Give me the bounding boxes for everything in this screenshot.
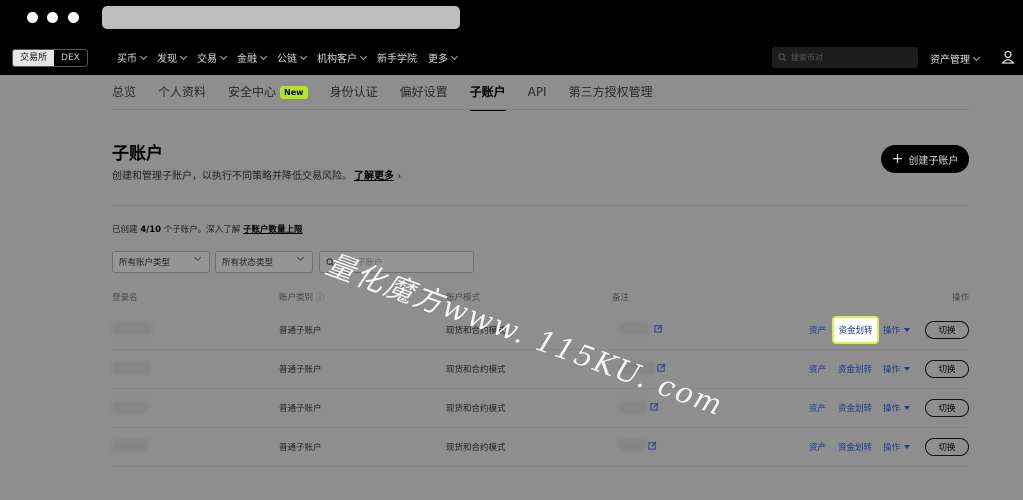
window-close-dot[interactable]	[27, 12, 38, 23]
tab-profile[interactable]: 个人资料	[158, 75, 206, 110]
operations-menu[interactable]: 操作	[883, 324, 911, 336]
switch-button[interactable]: 切换	[925, 321, 969, 339]
plus-icon: +	[891, 151, 904, 167]
account-mode: 现货和合约模式	[446, 443, 506, 453]
menu-buy-crypto[interactable]: 买币	[117, 50, 148, 65]
chevron-down-icon	[193, 253, 202, 262]
user-icon[interactable]	[1001, 50, 1015, 64]
column-login: 登录名	[112, 293, 138, 303]
top-search-input[interactable]: 搜索币对	[772, 47, 918, 68]
fund-transfer-link[interactable]: 资金划转	[832, 316, 879, 344]
tab-api[interactable]: API	[528, 75, 547, 110]
tab-subaccounts[interactable]: 子账户	[469, 75, 506, 111]
asset-link[interactable]: 资产	[809, 324, 826, 336]
login-name-redacted	[112, 401, 148, 413]
column-actions: 操作	[952, 293, 970, 303]
menu-institutional[interactable]: 机构客户	[317, 50, 368, 65]
chevron-down-icon	[296, 253, 305, 262]
menu-more[interactable]: 更多	[428, 50, 459, 65]
status-type-select[interactable]: 所有状态类型	[215, 251, 313, 273]
asset-link[interactable]: 资产	[809, 363, 826, 375]
edit-icon[interactable]	[648, 441, 657, 450]
account-mode: 现货和合约模式	[446, 365, 506, 375]
fund-transfer-link[interactable]: 资金划转	[838, 402, 872, 414]
browser-titlebar	[0, 0, 1023, 38]
main-menu: 买币 发现 交易 金融 公链 机构客户 新手学院 更多	[117, 50, 468, 65]
chevron-down-icon	[299, 52, 308, 60]
window-minimize-dot[interactable]	[47, 12, 58, 23]
asset-link[interactable]: 资产	[809, 441, 826, 453]
address-bar[interactable]	[102, 6, 460, 29]
account-type: 普通子账户	[279, 326, 322, 336]
column-account-type: 账户类别 ⓘ	[279, 293, 325, 303]
chevron-down-icon	[139, 52, 148, 60]
switch-button[interactable]: 切换	[925, 399, 969, 417]
asset-link[interactable]: 资产	[809, 402, 826, 414]
page-title: 子账户	[112, 144, 163, 164]
tab-verification[interactable]: 身份认证	[330, 75, 378, 110]
caret-down-icon	[904, 328, 911, 332]
asset-management-menu[interactable]: 资产管理	[930, 51, 981, 66]
remark-redacted	[619, 323, 649, 335]
chevron-down-icon	[359, 52, 368, 60]
page-description: 创建和管理子账户，以执行不同策略并降低交易风险。 了解更多 ›	[112, 171, 402, 182]
caret-down-icon	[904, 445, 911, 449]
column-remark: 备注	[612, 293, 630, 303]
menu-finance[interactable]: 金融	[237, 50, 268, 65]
search-icon	[778, 53, 787, 62]
account-type: 普通子账户	[279, 365, 322, 375]
window-zoom-dot[interactable]	[68, 12, 79, 23]
account-type-select[interactable]: 所有账户类型	[112, 251, 210, 273]
tabs-divider	[112, 109, 969, 110]
chevron-down-icon	[450, 52, 459, 60]
account-tabs: 总览 个人资料 安全中心 New 身份认证 偏好设置 子账户 API 第三方授权管…	[112, 75, 675, 111]
login-name-redacted	[112, 323, 152, 335]
learn-more-link[interactable]: 了解更多	[354, 171, 394, 182]
menu-trade[interactable]: 交易	[197, 50, 228, 65]
subaccount-count: 已创建 4/10 个子账户。深入了解 子账户数量上限	[112, 225, 303, 235]
login-name-redacted	[112, 440, 148, 452]
create-subaccount-button[interactable]: + 创建子账户	[881, 145, 969, 173]
chevron-down-icon	[972, 53, 981, 61]
top-search-placeholder: 搜索币对	[791, 53, 823, 62]
menu-academy[interactable]: 新手学院	[377, 50, 417, 65]
edit-icon[interactable]	[654, 324, 663, 333]
top-navigation: 交易所 DEX 买币 发现 交易 金融 公链 机构客户 新手学院 更多 搜索币对…	[0, 38, 1023, 75]
operations-menu[interactable]: 操作	[883, 402, 911, 414]
tab-third-party[interactable]: 第三方授权管理	[569, 75, 653, 110]
table-row: 普通子账户 现货和合约模式 资产 资金划转 操作 切换	[112, 428, 969, 467]
menu-chain[interactable]: 公链	[277, 50, 308, 65]
chevron-down-icon	[219, 52, 228, 60]
switch-button[interactable]: 切换	[925, 360, 969, 378]
caret-down-icon	[904, 367, 911, 371]
caret-down-icon	[904, 406, 911, 410]
table-row: 普通子账户 现货和合约模式 资产 资金划转 操作 切换	[112, 389, 969, 428]
chevron-down-icon	[259, 52, 268, 60]
fund-transfer-link[interactable]: 资金划转	[838, 441, 872, 453]
operations-menu[interactable]: 操作	[883, 441, 911, 453]
remark-redacted	[619, 440, 645, 452]
operations-menu[interactable]: 操作	[883, 363, 911, 375]
switch-button[interactable]: 切换	[925, 438, 969, 456]
tab-security[interactable]: 安全中心 New	[228, 75, 308, 110]
main-content: 总览 个人资料 安全中心 New 身份认证 偏好设置 子账户 API 第三方授权管…	[0, 75, 1023, 500]
dex-tab[interactable]: DEX	[54, 50, 87, 66]
menu-discover[interactable]: 发现	[157, 50, 188, 65]
new-badge: New	[280, 86, 308, 99]
tab-preferences[interactable]: 偏好设置	[400, 75, 448, 110]
chevron-down-icon	[179, 52, 188, 60]
account-type: 普通子账户	[279, 443, 322, 453]
fund-transfer-link[interactable]: 资金划转	[838, 363, 872, 375]
account-mode: 现货和合约模式	[446, 404, 506, 414]
account-type: 普通子账户	[279, 404, 322, 414]
exchange-tab[interactable]: 交易所	[13, 50, 55, 66]
remark-redacted	[619, 401, 647, 413]
exchange-dex-switch: 交易所 DEX	[12, 49, 88, 67]
chevron-right-icon: ›	[397, 171, 402, 182]
section-divider	[112, 205, 969, 206]
login-name-redacted	[112, 362, 150, 374]
tab-overview[interactable]: 总览	[112, 75, 136, 110]
subaccount-limit-link[interactable]: 子账户数量上限	[243, 225, 303, 235]
